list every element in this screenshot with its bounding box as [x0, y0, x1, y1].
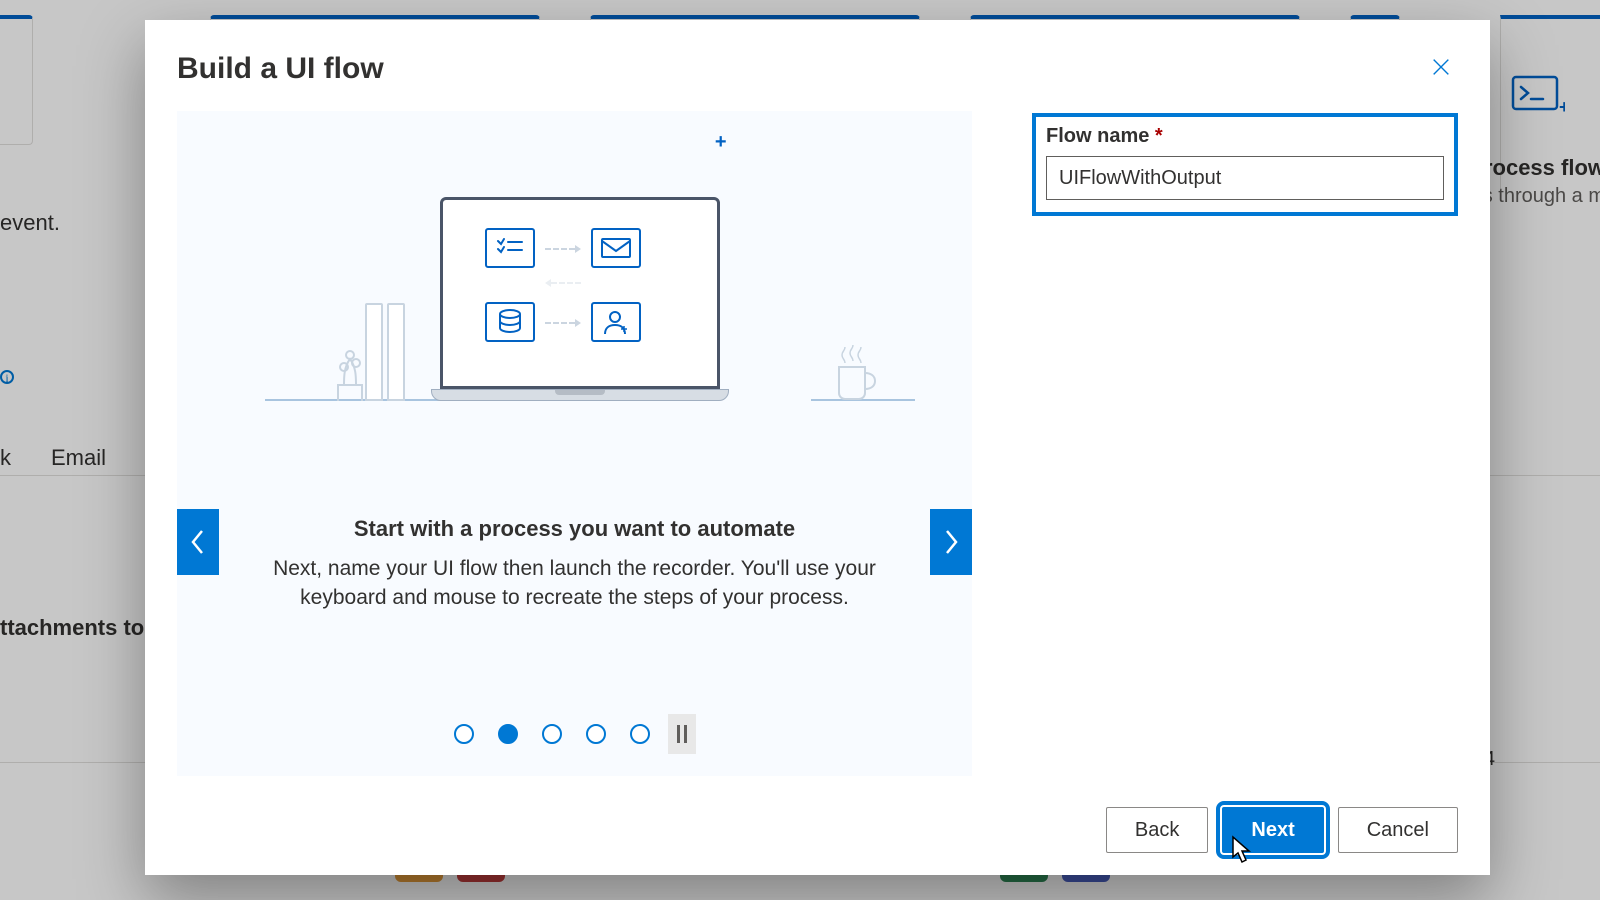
carousel-illustration: +	[177, 141, 972, 421]
back-button[interactable]: Back	[1106, 807, 1208, 853]
close-icon	[1430, 56, 1452, 78]
intro-carousel: +	[177, 111, 972, 776]
carousel-body-text: Next, name your UI flow then launch the …	[265, 554, 885, 613]
chevron-left-icon	[189, 528, 207, 556]
carousel-heading: Start with a process you want to automat…	[354, 516, 795, 542]
carousel-dot-3[interactable]	[542, 724, 562, 744]
carousel-prev-button[interactable]	[177, 509, 219, 575]
flow-name-field-highlight: Flow name *	[1032, 113, 1458, 216]
cancel-button[interactable]: Cancel	[1338, 807, 1458, 853]
carousel-dot-1[interactable]	[454, 724, 474, 744]
database-icon	[485, 302, 535, 342]
carousel-dot-5[interactable]	[630, 724, 650, 744]
plus-icon: +	[715, 131, 727, 154]
next-button[interactable]: Next	[1222, 807, 1323, 853]
person-icon	[591, 302, 641, 342]
carousel-next-button[interactable]	[930, 509, 972, 575]
checklist-icon	[485, 228, 535, 268]
flow-name-label: Flow name *	[1046, 125, 1444, 148]
close-button[interactable]	[1424, 50, 1458, 87]
carousel-pause-button[interactable]	[668, 714, 696, 754]
mail-icon	[591, 228, 641, 268]
build-ui-flow-dialog: Build a UI flow +	[145, 20, 1490, 875]
flow-form: Flow name *	[1032, 111, 1458, 785]
carousel-dot-4[interactable]	[586, 724, 606, 744]
flow-name-input[interactable]	[1046, 156, 1444, 200]
chevron-right-icon	[942, 528, 960, 556]
carousel-pagination	[177, 714, 972, 754]
dialog-title: Build a UI flow	[177, 52, 384, 86]
dialog-footer: Back Next Cancel	[177, 807, 1458, 853]
carousel-dot-2[interactable]	[498, 724, 518, 744]
